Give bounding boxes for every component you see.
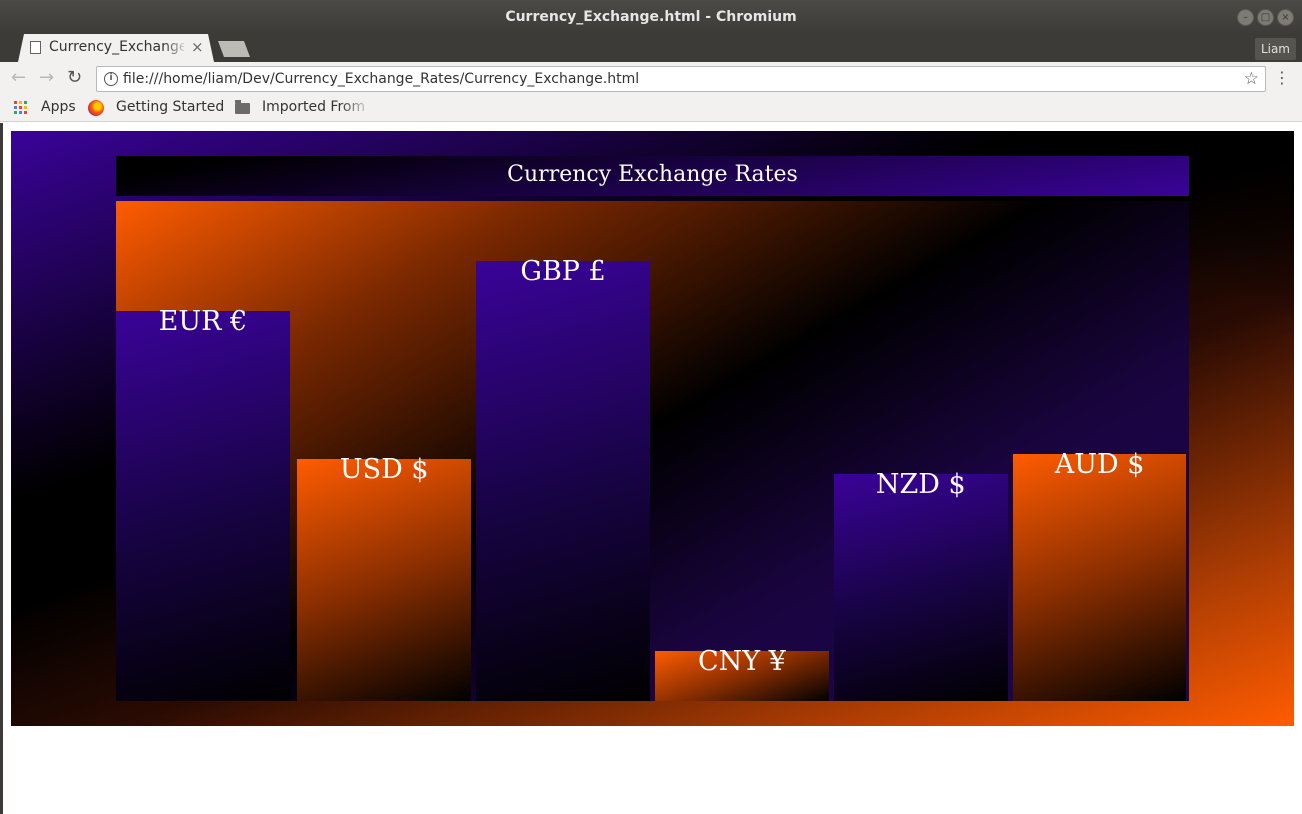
url-text[interactable]: file:///home/liam/Dev/Currency_Exchange_… (123, 71, 639, 87)
document-icon (30, 41, 41, 54)
back-button[interactable]: ← (11, 68, 26, 88)
tab-strip: Currency_Exchange × Liam (0, 34, 1302, 62)
bar-3: CNY ¥ (655, 646, 829, 701)
bookmark-apps[interactable]: Apps (41, 99, 76, 115)
browser-menu-icon[interactable]: ⋮ (1274, 68, 1290, 88)
window-titlebar: Currency_Exchange.html - Chromium – □ × (0, 0, 1302, 34)
bar-label-2: GBP £ (520, 256, 606, 287)
profile-button[interactable]: Liam (1254, 38, 1296, 60)
chart-title-bar: Currency Exchange Rates (116, 156, 1189, 196)
bookmark-star-icon[interactable]: ☆ (1244, 69, 1259, 89)
tab-close-button[interactable]: × (191, 38, 204, 56)
bar-label-0: EUR € (158, 306, 248, 337)
address-bar[interactable]: i file:///home/liam/Dev/Currency_Exchang… (96, 66, 1266, 92)
firefox-icon (88, 100, 104, 116)
maximize-button[interactable]: □ (1257, 9, 1274, 26)
apps-grid-icon (14, 101, 27, 114)
browser-toolbar: ← → ↻ i file:///home/liam/Dev/Currency_E… (0, 62, 1302, 96)
tab-title-fade (164, 36, 188, 58)
reload-button[interactable]: ↻ (67, 68, 82, 88)
bar-label-4: NZD $ (875, 468, 966, 500)
bar-label-3: CNY ¥ (697, 646, 786, 677)
forward-button[interactable]: → (39, 68, 54, 88)
close-window-button[interactable]: × (1277, 9, 1294, 26)
window-title: Currency_Exchange.html - Chromium (505, 9, 797, 25)
bar-1: USD $ (297, 454, 472, 701)
new-tab-button[interactable] (218, 41, 250, 57)
bookmark-getting-started[interactable]: Getting Started (116, 99, 224, 115)
info-icon[interactable]: i (104, 72, 118, 86)
minimize-button[interactable]: – (1237, 9, 1254, 26)
bar-4: NZD $ (833, 469, 1008, 701)
bookmarks-bar: Apps Getting Started Imported From (0, 96, 1302, 122)
bar-0: EUR € (116, 306, 290, 701)
bar-label-1: USD $ (339, 453, 429, 485)
bar-label-5: AUD $ (1054, 448, 1145, 480)
bar-2: GBP £ (476, 256, 650, 701)
window-left-border (0, 123, 3, 814)
chart-plot-area: EUR € USD $ GBP £ CNY ¥ NZD $ AUD $ (116, 201, 1189, 701)
bookmark-fade (340, 96, 376, 121)
window-controls: – □ × (1237, 9, 1294, 26)
folder-icon (235, 100, 250, 114)
bar-5: AUD $ (1012, 449, 1187, 701)
tab-currency-exchange[interactable]: Currency_Exchange × (18, 34, 214, 62)
chart-title: Currency Exchange Rates (507, 162, 798, 187)
chart-container: Currency Exchange Rates EUR € USD $ GBP £ C… (11, 131, 1294, 726)
